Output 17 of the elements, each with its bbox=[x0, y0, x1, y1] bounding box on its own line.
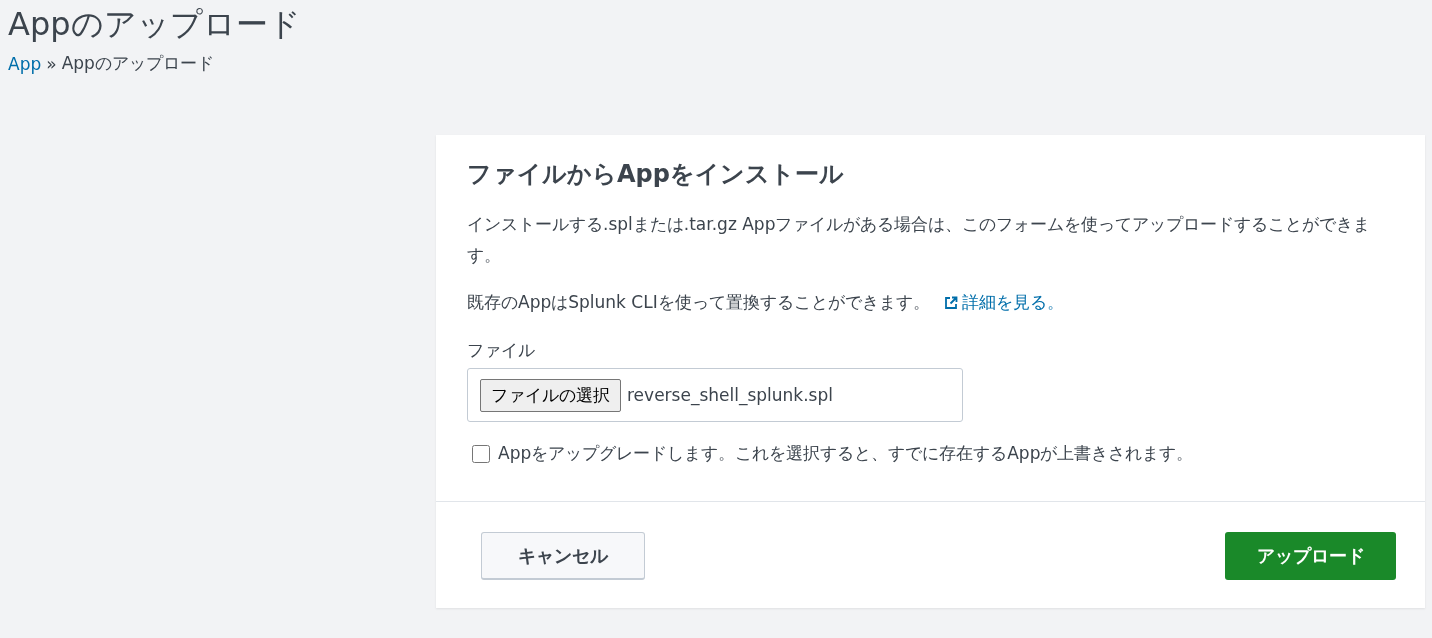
upgrade-checkbox[interactable] bbox=[472, 444, 490, 463]
card-heading: ファイルからAppをインストール bbox=[467, 159, 845, 190]
upgrade-label: Appをアップグレードします。これを選択すると、すでに存在するAppが上書きされます。 bbox=[498, 442, 1194, 465]
external-link-icon bbox=[943, 295, 958, 310]
file-name: reverse_shell_splunk.spl bbox=[627, 385, 833, 405]
learn-more-link[interactable]: 詳細を見る。 bbox=[943, 287, 1064, 318]
note-text: 既存のAppはSplunk CLIを使って置換することができます。 bbox=[467, 291, 930, 314]
page-title: Appのアップロード bbox=[8, 4, 302, 45]
breadcrumb-link[interactable]: App bbox=[8, 53, 42, 74]
breadcrumb-current: Appのアップロード bbox=[61, 52, 214, 75]
cancel-button[interactable]: キャンセル bbox=[481, 532, 645, 580]
file-input-field[interactable]: ファイルの選択 reverse_shell_splunk.spl bbox=[467, 368, 963, 422]
breadcrumb-separator: » bbox=[46, 53, 57, 74]
upload-button[interactable]: アップロード bbox=[1225, 532, 1396, 580]
choose-file-button[interactable]: ファイルの選択 bbox=[480, 378, 621, 412]
file-label: ファイル bbox=[467, 339, 536, 362]
description-text: インストールする.splまたは.tar.gz Appファイルがある場合は、このフォームを使ってアップロードすることができます。 bbox=[467, 213, 1372, 267]
